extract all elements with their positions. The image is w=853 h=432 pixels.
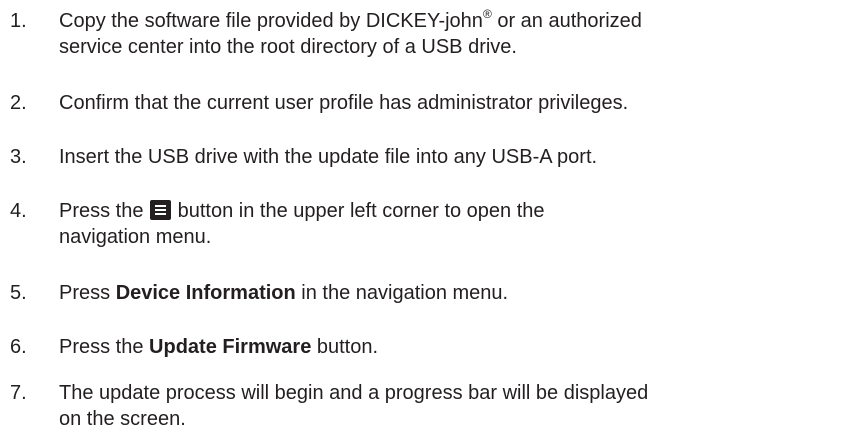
registered-mark: ® <box>482 7 492 22</box>
step-number: 1. <box>10 10 27 32</box>
step-text-segment: Press <box>59 282 116 304</box>
step-text-line: Press the button in the upper left corne… <box>59 198 849 224</box>
step-text-line: Confirm that the current user profile ha… <box>59 92 629 114</box>
step-text: Press the Update Firmware button. <box>59 334 849 360</box>
step-text-segment: button. <box>311 336 379 358</box>
step-text-line: The update process will begin and a prog… <box>59 382 649 404</box>
step-number: 3. <box>10 146 27 168</box>
step-number: 2. <box>10 92 27 114</box>
step-number: 7. <box>10 382 27 404</box>
instruction-list: 1. Copy the software file provided by DI… <box>0 0 853 430</box>
step-text: The update process will begin and a prog… <box>59 380 849 432</box>
step-text-line: Copy the software file provided by DICKE… <box>59 8 849 34</box>
step-text-segment: or an authorized <box>491 10 642 32</box>
step-text-line: Press the Update Firmware button. <box>59 334 849 360</box>
step-text: Confirm that the current user profile ha… <box>59 90 849 116</box>
step-text-segment: Copy the software file provided by DICKE… <box>59 10 483 32</box>
step-text-line: service center into the root directory o… <box>59 36 517 58</box>
step-text: Copy the software file provided by DICKE… <box>59 8 849 60</box>
button-name: Update Firmware <box>149 336 312 358</box>
step-text-line: navigation menu. <box>59 226 212 248</box>
step-number: 4. <box>10 200 27 222</box>
step-text-line: on the screen. <box>59 408 186 430</box>
step-text-line: Press Device Information in the navigati… <box>59 280 849 306</box>
step-text-line: Insert the USB drive with the update fil… <box>59 146 598 168</box>
step-number: 5. <box>10 282 27 304</box>
step-text: Press the button in the upper left corne… <box>59 198 849 250</box>
step-text-segment: Press the <box>59 336 150 358</box>
step-text-segment: Press the <box>59 200 150 222</box>
step-text-segment: in the navigation menu. <box>295 282 509 304</box>
step-text: Insert the USB drive with the update fil… <box>59 144 849 170</box>
menu-icon <box>150 200 172 220</box>
step-text: Press Device Information in the navigati… <box>59 280 849 306</box>
step-text-segment: button in the upper left corner to open … <box>172 200 545 222</box>
step-number: 6. <box>10 336 27 358</box>
menu-item-name: Device Information <box>115 282 296 304</box>
